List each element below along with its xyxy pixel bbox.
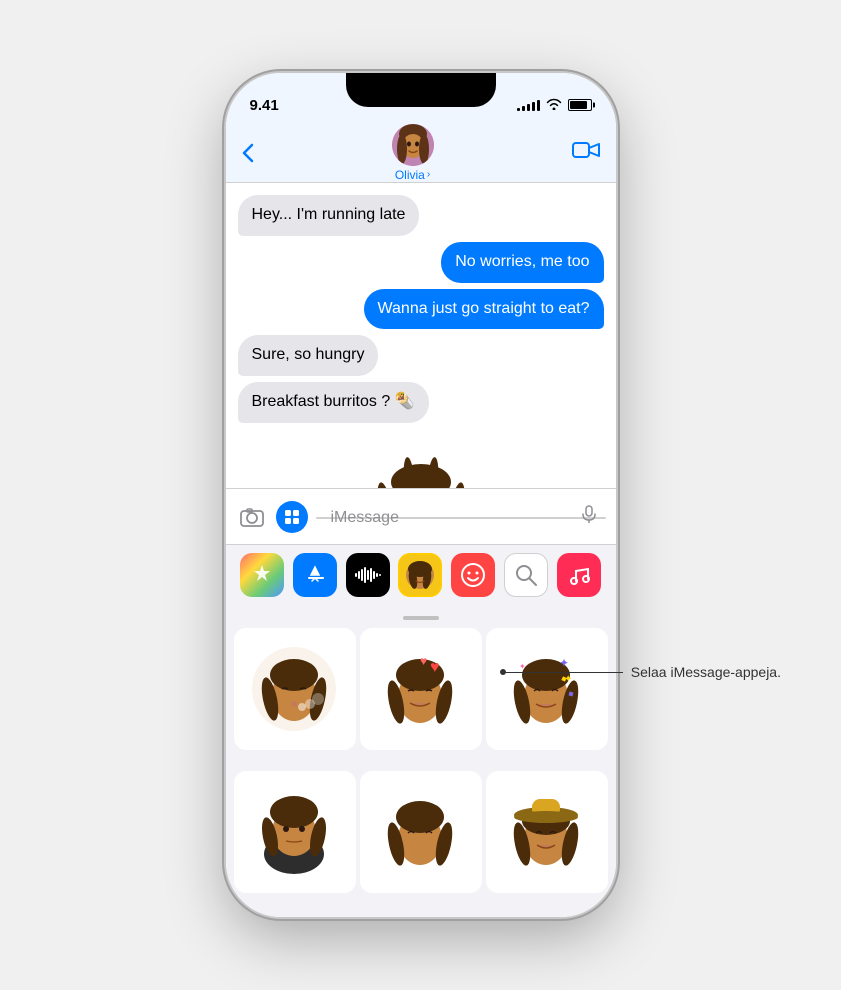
annotation-text: Selaa iMessage-appeja. (631, 664, 781, 680)
message-text: Wanna just go straight to eat? (378, 300, 590, 317)
input-area: iMessage (226, 488, 616, 544)
message-text: Hey... I'm running late (252, 206, 406, 223)
message-bubble: Sure, so hungry (238, 335, 379, 376)
photos-app-icon[interactable] (240, 553, 284, 597)
signal-bars-icon (517, 99, 540, 111)
sticker-cell[interactable]: ✦ ✦ ✦ (486, 628, 608, 750)
sticker-cell[interactable] (234, 628, 356, 750)
sticker-cell[interactable] (360, 771, 482, 893)
annotation: Selaa iMessage-appeja. (503, 664, 781, 680)
notch (346, 73, 496, 107)
message-row: Breakfast burritos ? 🌯 (238, 382, 604, 423)
wifi-icon (546, 98, 562, 113)
sticker-cell[interactable] (234, 771, 356, 893)
sticker-cell[interactable]: ♥ ♥ (360, 628, 482, 750)
message-row: Wanna just go straight to eat? (238, 289, 604, 330)
status-time: 9.41 (250, 97, 279, 114)
video-call-button[interactable] (572, 140, 600, 166)
message-row: No worries, me too (238, 242, 604, 283)
camera-button[interactable] (236, 501, 268, 533)
message-text: Breakfast burritos ? 🌯 (252, 393, 415, 410)
back-button[interactable] (242, 143, 254, 163)
message-placeholder: iMessage (316, 517, 606, 519)
panel-handle-area (226, 604, 616, 620)
phone-frame: 9.41 (226, 73, 616, 917)
contact-name-label: Olivia › (395, 168, 430, 182)
message-bubble: Breakfast burritos ? 🌯 (238, 382, 429, 423)
nav-bar: Olivia › (226, 123, 616, 183)
screen: 9.41 (226, 73, 616, 917)
sticker-message (238, 437, 604, 488)
audio-messages-icon[interactable] (346, 553, 390, 597)
contact-info[interactable]: Olivia › (392, 124, 434, 182)
svg-text:♥: ♥ (430, 659, 440, 676)
message-text: No worries, me too (455, 253, 589, 270)
memoji-sticker-image (356, 437, 486, 488)
message-bubble: Hey... I'm running late (238, 195, 420, 236)
svg-text:♥: ♥ (420, 654, 427, 668)
app-icons-row (226, 544, 616, 604)
search-icon[interactable] (504, 553, 548, 597)
avatar (392, 124, 434, 166)
message-text: Sure, so hungry (252, 346, 365, 363)
apps-button[interactable] (276, 501, 308, 533)
chat-area[interactable]: Hey... I'm running late No worries, me t… (226, 183, 616, 488)
message-bubble: Wanna just go straight to eat? (364, 289, 604, 330)
smileys-icon[interactable] (451, 553, 495, 597)
mic-button[interactable] (582, 505, 596, 528)
sticker-cell[interactable] (486, 771, 608, 893)
battery-icon (568, 99, 592, 111)
message-row: Hey... I'm running late (238, 195, 604, 236)
memoji-app-icon[interactable] (398, 553, 442, 597)
annotation-line (503, 672, 623, 673)
appstore-icon[interactable] (293, 553, 337, 597)
music-icon[interactable] (557, 553, 601, 597)
message-bubble: No worries, me too (441, 242, 603, 283)
status-icons (517, 98, 592, 113)
message-row: Sure, so hungry (238, 335, 604, 376)
